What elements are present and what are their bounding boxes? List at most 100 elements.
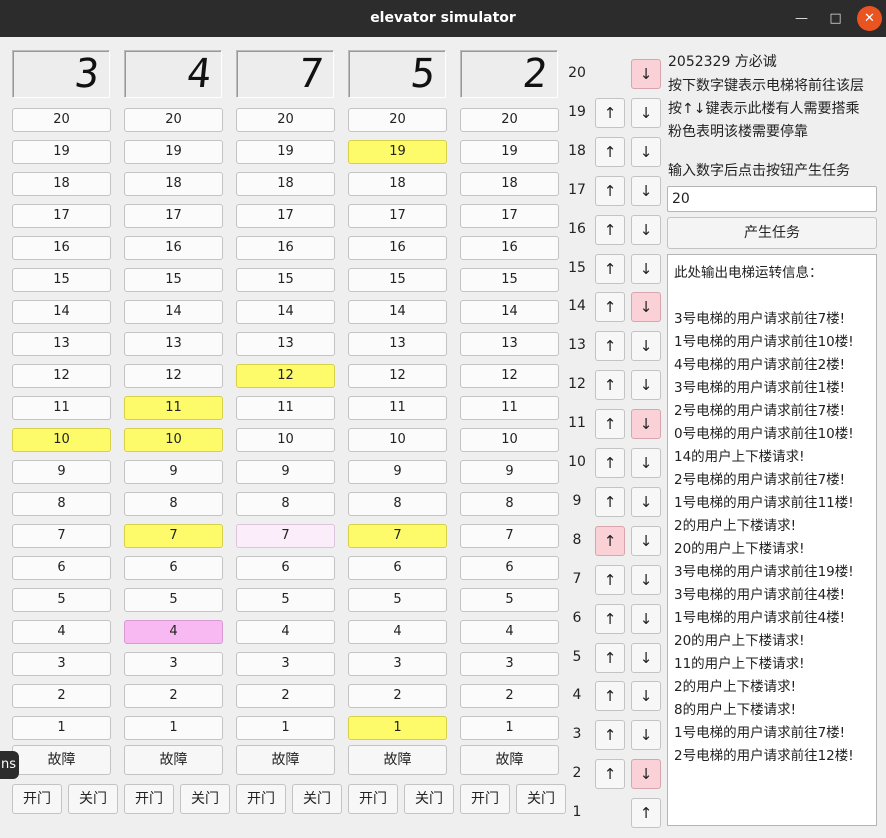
elevator-3-floor-18-button[interactable]: 18: [236, 172, 335, 196]
elevator-5-floor-11-button[interactable]: 11: [460, 396, 559, 420]
hall-4-up-button[interactable]: ↑: [595, 681, 625, 712]
elevator-1-open-door-button[interactable]: 开门: [12, 784, 62, 814]
elevator-4-floor-3-button[interactable]: 3: [348, 652, 447, 676]
hall-19-up-button[interactable]: ↑: [595, 97, 625, 128]
hall-6-up-button[interactable]: ↑: [595, 603, 625, 634]
log-panel[interactable]: 此处输出电梯运转信息： 3号电梯的用户请求前往7楼! 1号电梯的用户请求前往10楼…: [667, 254, 877, 826]
elevator-5-floor-13-button[interactable]: 13: [460, 332, 559, 356]
hall-2-down-button[interactable]: ↓: [631, 759, 661, 790]
hall-16-down-button[interactable]: ↓: [631, 214, 661, 245]
elevator-5-floor-7-button[interactable]: 7: [460, 524, 559, 548]
elevator-1-floor-19-button[interactable]: 19: [12, 140, 111, 164]
hall-10-down-button[interactable]: ↓: [631, 448, 661, 478]
elevator-1-floor-3-button[interactable]: 3: [12, 652, 111, 676]
generate-task-button[interactable]: 产生任务: [667, 217, 877, 249]
hall-3-down-button[interactable]: ↓: [631, 720, 661, 751]
elevator-5-floor-19-button[interactable]: 19: [460, 140, 559, 164]
hall-3-up-button[interactable]: ↑: [595, 720, 625, 751]
hall-16-up-button[interactable]: ↑: [595, 214, 625, 245]
elevator-5-floor-3-button[interactable]: 3: [460, 652, 559, 676]
elevator-1-floor-6-button[interactable]: 6: [12, 556, 111, 580]
elevator-3-floor-2-button[interactable]: 2: [236, 684, 335, 708]
elevator-3-fault-button[interactable]: 故障: [236, 745, 335, 775]
elevator-3-floor-8-button[interactable]: 8: [236, 492, 335, 516]
elevator-1-floor-20-button[interactable]: 20: [12, 108, 111, 132]
elevator-3-floor-6-button[interactable]: 6: [236, 556, 335, 580]
hall-15-down-button[interactable]: ↓: [631, 253, 661, 284]
elevator-5-floor-12-button[interactable]: 12: [460, 364, 559, 388]
hall-18-up-button[interactable]: ↑: [595, 136, 625, 167]
elevator-1-floor-12-button[interactable]: 12: [12, 364, 111, 388]
elevator-3-floor-3-button[interactable]: 3: [236, 652, 335, 676]
elevator-3-floor-4-button[interactable]: 4: [236, 620, 335, 644]
hall-2-up-button[interactable]: ↑: [595, 759, 625, 790]
elevator-3-floor-9-button[interactable]: 9: [236, 460, 335, 484]
elevator-5-floor-4-button[interactable]: 4: [460, 620, 559, 644]
elevator-5-floor-8-button[interactable]: 8: [460, 492, 559, 516]
elevator-4-floor-12-button[interactable]: 12: [348, 364, 447, 388]
elevator-5-floor-16-button[interactable]: 16: [460, 236, 559, 260]
elevator-2-floor-15-button[interactable]: 15: [124, 268, 223, 292]
hall-19-down-button[interactable]: ↓: [631, 97, 661, 128]
hall-14-down-button[interactable]: ↓: [631, 292, 661, 323]
hall-5-up-button[interactable]: ↑: [595, 642, 625, 673]
elevator-3-floor-11-button[interactable]: 11: [236, 396, 335, 420]
elevator-5-floor-14-button[interactable]: 14: [460, 300, 559, 324]
elevator-2-floor-12-button[interactable]: 12: [124, 364, 223, 388]
elevator-2-floor-10-button[interactable]: 10: [124, 428, 223, 452]
elevator-5-floor-20-button[interactable]: 20: [460, 108, 559, 132]
elevator-3-open-door-button[interactable]: 开门: [236, 784, 286, 814]
elevator-1-floor-11-button[interactable]: 11: [12, 396, 111, 420]
elevator-2-floor-9-button[interactable]: 9: [124, 460, 223, 484]
elevator-3-floor-13-button[interactable]: 13: [236, 332, 335, 356]
elevator-2-floor-1-button[interactable]: 1: [124, 716, 223, 740]
elevator-2-close-door-button[interactable]: 关门: [180, 784, 230, 814]
elevator-2-floor-18-button[interactable]: 18: [124, 172, 223, 196]
elevator-2-floor-16-button[interactable]: 16: [124, 236, 223, 260]
hall-9-down-button[interactable]: ↓: [631, 486, 661, 517]
elevator-5-floor-18-button[interactable]: 18: [460, 172, 559, 196]
hall-13-up-button[interactable]: ↑: [595, 331, 625, 362]
elevator-1-close-door-button[interactable]: 关门: [68, 784, 118, 814]
elevator-2-floor-19-button[interactable]: 19: [124, 140, 223, 164]
elevator-5-floor-6-button[interactable]: 6: [460, 556, 559, 580]
elevator-4-floor-5-button[interactable]: 5: [348, 588, 447, 612]
elevator-3-close-door-button[interactable]: 关门: [292, 784, 342, 814]
elevator-4-floor-8-button[interactable]: 8: [348, 492, 447, 516]
elevator-5-floor-17-button[interactable]: 17: [460, 204, 559, 228]
elevator-1-floor-15-button[interactable]: 15: [12, 268, 111, 292]
elevator-1-floor-2-button[interactable]: 2: [12, 684, 111, 708]
elevator-1-floor-8-button[interactable]: 8: [12, 492, 111, 516]
elevator-3-floor-12-button[interactable]: 12: [236, 364, 335, 388]
elevator-4-floor-9-button[interactable]: 9: [348, 460, 447, 484]
maximize-icon[interactable]: □: [823, 6, 848, 31]
elevator-4-floor-4-button[interactable]: 4: [348, 620, 447, 644]
elevator-2-fault-button[interactable]: 故障: [124, 745, 223, 775]
elevator-4-floor-13-button[interactable]: 13: [348, 332, 447, 356]
hall-11-down-button[interactable]: ↓: [631, 409, 661, 440]
elevator-4-floor-15-button[interactable]: 15: [348, 268, 447, 292]
hall-9-up-button[interactable]: ↑: [595, 486, 625, 517]
hall-18-down-button[interactable]: ↓: [631, 136, 661, 167]
elevator-4-floor-10-button[interactable]: 10: [348, 428, 447, 452]
hall-14-up-button[interactable]: ↑: [595, 292, 625, 323]
elevator-5-floor-15-button[interactable]: 15: [460, 268, 559, 292]
hall-4-down-button[interactable]: ↓: [631, 681, 661, 712]
elevator-1-floor-9-button[interactable]: 9: [12, 460, 111, 484]
elevator-1-floor-5-button[interactable]: 5: [12, 588, 111, 612]
elevator-2-floor-7-button[interactable]: 7: [124, 524, 223, 548]
elevator-5-floor-9-button[interactable]: 9: [460, 460, 559, 484]
elevator-2-floor-8-button[interactable]: 8: [124, 492, 223, 516]
elevator-2-floor-11-button[interactable]: 11: [124, 396, 223, 420]
hall-17-down-button[interactable]: ↓: [631, 175, 661, 206]
elevator-2-floor-14-button[interactable]: 14: [124, 300, 223, 324]
elevator-4-floor-1-button[interactable]: 1: [348, 716, 447, 740]
elevator-5-floor-1-button[interactable]: 1: [460, 716, 559, 740]
elevator-4-floor-20-button[interactable]: 20: [348, 108, 447, 132]
task-floor-input[interactable]: 20: [667, 186, 877, 212]
elevator-4-floor-6-button[interactable]: 6: [348, 556, 447, 580]
hall-20-call-button[interactable]: ↓: [631, 59, 661, 89]
hall-11-up-button[interactable]: ↑: [595, 409, 625, 440]
elevator-4-open-door-button[interactable]: 开门: [348, 784, 398, 814]
close-icon[interactable]: ✕: [857, 6, 882, 31]
